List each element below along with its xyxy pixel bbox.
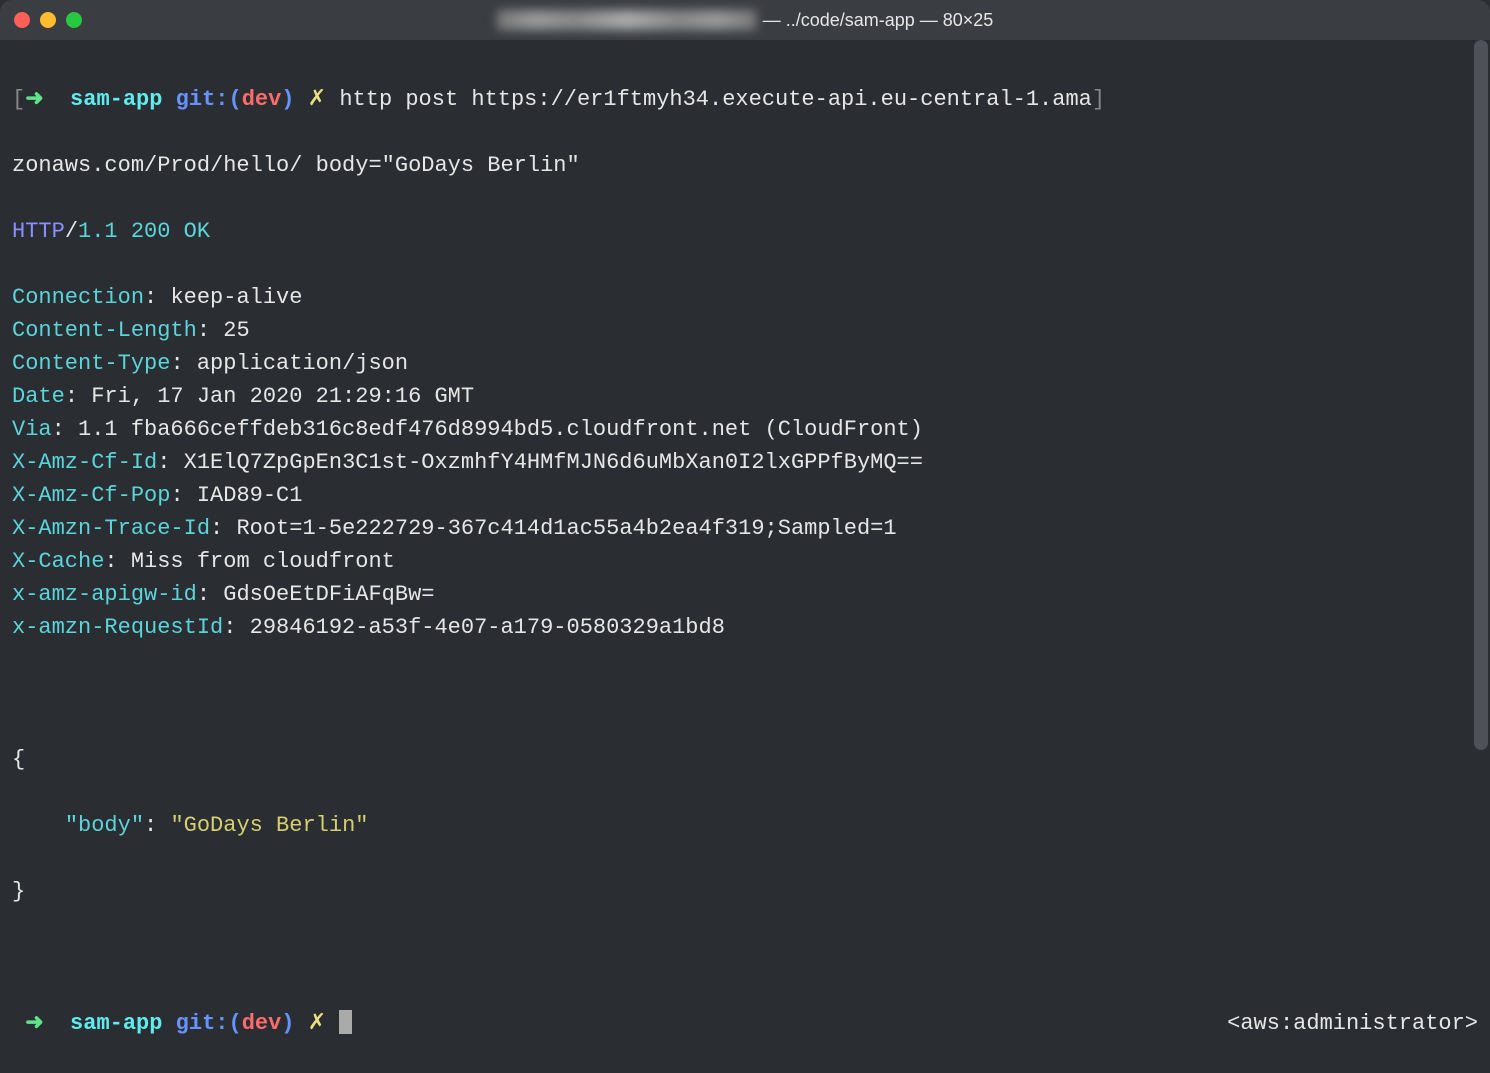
git-dirty-icon: ✗: [308, 1011, 326, 1036]
header-line: Content-Length: 25: [12, 314, 1478, 347]
minimize-window-button[interactable]: [40, 12, 56, 28]
terminal-content[interactable]: [➜ sam-app git:(dev) ✗ http post https:/…: [0, 40, 1490, 956]
json-colon: :: [144, 813, 157, 838]
prompt-arrow-icon: ➜: [25, 87, 43, 112]
http-status-code: 200: [131, 219, 171, 244]
json-body-line: "body": "GoDays Berlin": [12, 809, 1478, 842]
cursor[interactable]: [339, 1010, 352, 1034]
header-line: Content-Type: application/json: [12, 347, 1478, 380]
header-name: Date: [12, 384, 65, 409]
prompt-arrow-icon: ➜: [25, 1011, 43, 1036]
command-part1: http post https://er1ftmyh34.execute-api…: [339, 87, 1092, 112]
git-label: git:(: [176, 87, 242, 112]
git-branch: dev: [242, 87, 282, 112]
git-dirty-icon: ✗: [308, 87, 326, 112]
header-name: x-amz-apigw-id: [12, 582, 197, 607]
header-value: Fri, 17 Jan 2020 21:29:16 GMT: [91, 384, 474, 409]
header-line: x-amzn-RequestId: 29846192-a53f-4e07-a17…: [12, 611, 1478, 644]
header-line: X-Cache: Miss from cloudfront: [12, 545, 1478, 578]
prompt-line-1: [➜ sam-app git:(dev) ✗ http post https:/…: [12, 83, 1478, 116]
header-name: Content-Type: [12, 351, 170, 376]
header-name: X-Cache: [12, 549, 104, 574]
header-name: Via: [12, 417, 52, 442]
header-value: application/json: [197, 351, 408, 376]
slash: /: [65, 219, 78, 244]
header-line: Connection: keep-alive: [12, 281, 1478, 314]
header-line: X-Amz-Cf-Id: X1ElQ7ZpGpEn3C1st-OxzmhfY4H…: [12, 446, 1478, 479]
header-name: Connection: [12, 285, 144, 310]
json-value: "GoDays Berlin": [170, 813, 368, 838]
header-line: X-Amz-Cf-Pop: IAD89-C1: [12, 479, 1478, 512]
json-close: }: [12, 875, 1478, 908]
git-close: ): [281, 1011, 294, 1036]
close-window-button[interactable]: [14, 12, 30, 28]
json-key: "body": [65, 813, 144, 838]
scrollbar-track[interactable]: [1472, 40, 1490, 956]
command-part2: zonaws.com/Prod/hello/ body="GoDays Berl…: [12, 153, 580, 178]
scrollbar-thumb[interactable]: [1474, 40, 1488, 750]
header-value: 29846192-a53f-4e07-a179-0580329a1bd8: [250, 615, 725, 640]
header-line: Date: Fri, 17 Jan 2020 21:29:16 GMT: [12, 380, 1478, 413]
header-value: GdsOeEtDFiAFqBw=: [223, 582, 434, 607]
maximize-window-button[interactable]: [66, 12, 82, 28]
blank-line: [12, 677, 1478, 710]
header-name: Content-Length: [12, 318, 197, 343]
title-blurred-portion: [497, 10, 757, 30]
header-value: 25: [223, 318, 249, 343]
header-value: IAD89-C1: [197, 483, 303, 508]
header-value: 1.1 fba666ceffdeb316c8edf476d8994bd5.clo…: [78, 417, 923, 442]
blank-line-2: [12, 941, 1478, 974]
http-version: 1.1: [78, 219, 118, 244]
aws-profile-status: <aws:administrator>: [1227, 1007, 1478, 1040]
json-open: {: [12, 743, 1478, 776]
window-title: — ../code/sam-app — 80×25: [497, 7, 994, 34]
header-name: x-amzn-RequestId: [12, 615, 223, 640]
header-line: X-Amzn-Trace-Id: Root=1-5e222729-367c414…: [12, 512, 1478, 545]
http-status-line: HTTP/1.1 200 OK: [12, 215, 1478, 248]
prompt-dir: sam-app: [70, 1011, 162, 1036]
bracket-open: [: [12, 87, 25, 112]
header-value: X1ElQ7ZpGpEn3C1st-OxzmhfY4HMfMJN6d6uMbXa…: [184, 450, 923, 475]
header-name: X-Amzn-Trace-Id: [12, 516, 210, 541]
bracket-close: ]: [1092, 87, 1105, 112]
header-line: Via: 1.1 fba666ceffdeb316c8edf476d8994bd…: [12, 413, 1478, 446]
header-value: Root=1-5e222729-367c414d1ac55a4b2ea4f319…: [236, 516, 896, 541]
header-name: X-Amz-Cf-Id: [12, 450, 157, 475]
title-path: — ../code/sam-app — 80×25: [763, 7, 994, 34]
prompt-dir: sam-app: [70, 87, 162, 112]
command-wrap-line: zonaws.com/Prod/hello/ body="GoDays Berl…: [12, 149, 1478, 182]
traffic-lights: [14, 12, 82, 28]
git-close: ): [281, 87, 294, 112]
http-protocol: HTTP: [12, 219, 65, 244]
git-branch: dev: [242, 1011, 282, 1036]
titlebar: — ../code/sam-app — 80×25: [0, 0, 1490, 40]
header-line: x-amz-apigw-id: GdsOeEtDFiAFqBw=: [12, 578, 1478, 611]
prompt-line-2: ➜ sam-app git:(dev) ✗ <aws:administrator…: [12, 1007, 1478, 1040]
header-value: Miss from cloudfront: [131, 549, 395, 574]
http-status-text: OK: [184, 219, 210, 244]
git-label: git:(: [176, 1011, 242, 1036]
header-value: keep-alive: [170, 285, 302, 310]
header-name: X-Amz-Cf-Pop: [12, 483, 170, 508]
